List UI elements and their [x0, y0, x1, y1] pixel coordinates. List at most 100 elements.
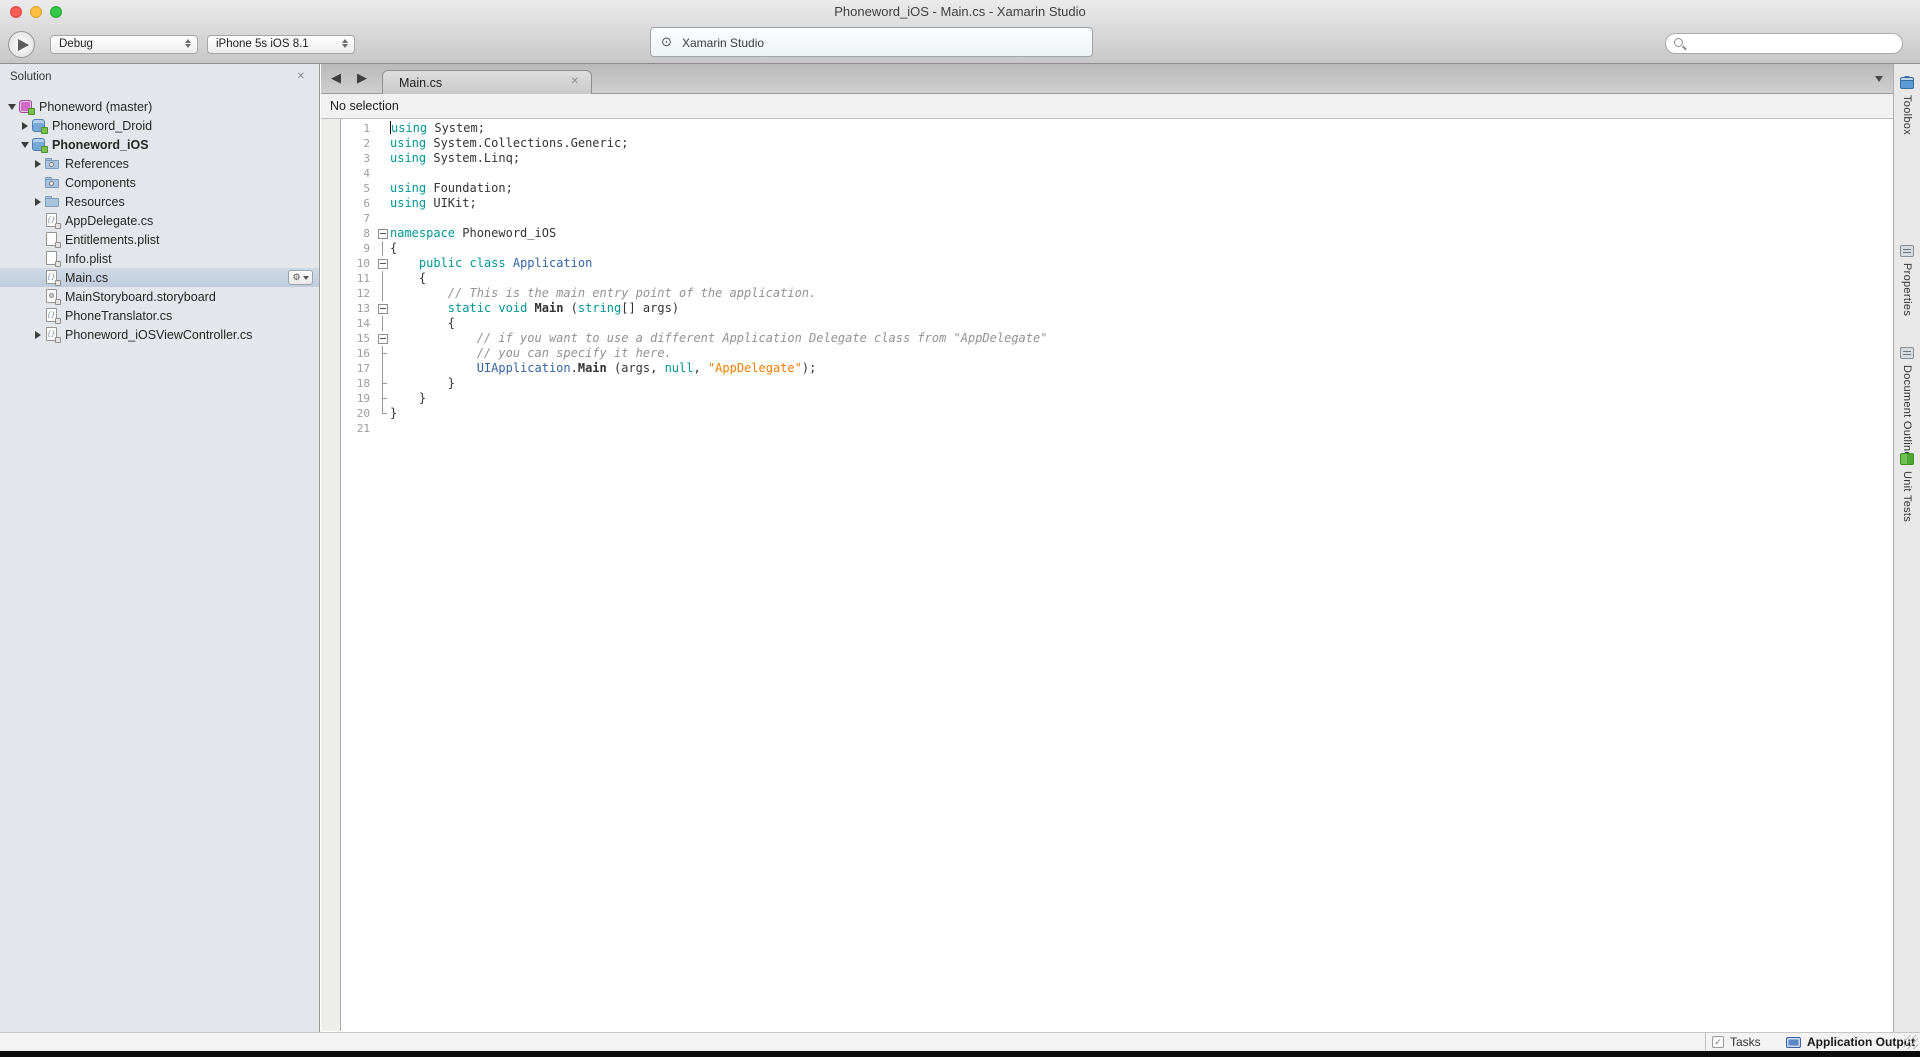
fold-margin	[375, 286, 390, 301]
project-icon	[31, 118, 48, 134]
code-text: public class Application	[390, 256, 592, 271]
code-editor[interactable]: 1using System;2using System.Collections.…	[341, 119, 1893, 1031]
search-input[interactable]	[1665, 33, 1903, 54]
disclosure-triangle-icon[interactable]	[18, 122, 31, 130]
code-lines: 1using System;2using System.Collections.…	[341, 121, 1893, 436]
close-tab-icon[interactable]: ✕	[571, 76, 579, 87]
fold-toggle-icon[interactable]	[375, 226, 390, 241]
code-text: {	[390, 316, 455, 331]
tree-item-phoneword-iosviewcontroller-cs[interactable]: {}Phoneword_iOSViewController.cs	[0, 325, 319, 344]
unittests-icon	[1899, 452, 1915, 466]
code-line[interactable]: 17 UIApplication.Main (args, null, "AppD…	[341, 361, 1893, 376]
tree-item-label: Info.plist	[65, 252, 112, 266]
tab-list-dropdown-icon[interactable]	[1875, 76, 1883, 82]
tree-item-references[interactable]: References	[0, 154, 319, 173]
properties-icon	[1899, 244, 1915, 258]
tree-item-phoneword-master-[interactable]: Phoneword (master)	[0, 97, 319, 116]
code-line[interactable]: 1using System;	[341, 121, 1893, 136]
right-dock-strip: Toolbox Properties Document OutlineUnit Te…	[1893, 64, 1920, 1032]
dock-tab-properties[interactable]: Properties	[1894, 244, 1920, 316]
dock-tab-label: Document Outline	[1901, 365, 1913, 458]
tree-item-phonetranslator-cs[interactable]: {}PhoneTranslator.cs	[0, 306, 319, 325]
storyboard-icon	[44, 289, 61, 305]
window-chrome: Phoneword_iOS - Main.cs - Xamarin Studio…	[0, 0, 1920, 64]
line-number: 11	[341, 271, 375, 286]
code-line[interactable]: 5using Foundation;	[341, 181, 1893, 196]
code-text: using System;	[390, 121, 485, 136]
tasks-pad-button[interactable]: ✓ Tasks	[1712, 1033, 1761, 1051]
navigate-back-button[interactable]: ◀	[331, 70, 341, 86]
disclosure-triangle-icon[interactable]	[5, 104, 18, 110]
cs-icon: {}	[44, 308, 61, 324]
code-line[interactable]: 3using System.Linq;	[341, 151, 1893, 166]
disclosure-triangle-icon[interactable]	[31, 160, 44, 168]
line-number: 20	[341, 406, 375, 421]
fold-toggle-icon[interactable]	[375, 301, 390, 316]
close-pad-icon[interactable]: ✕	[297, 71, 305, 82]
status-bar: ✓ Tasks Application Output	[0, 1032, 1920, 1051]
resize-grip[interactable]	[1904, 1035, 1918, 1049]
code-line[interactable]: 4	[341, 166, 1893, 181]
disclosure-triangle-icon[interactable]	[18, 142, 31, 148]
tree-item-appdelegate-cs[interactable]: {}AppDelegate.cs	[0, 211, 319, 230]
code-line[interactable]: 19 }	[341, 391, 1893, 406]
fold-margin	[375, 211, 390, 226]
code-line[interactable]: 10 public class Application	[341, 256, 1893, 271]
run-button[interactable]	[8, 31, 35, 58]
code-line[interactable]: 11 {	[341, 271, 1893, 286]
code-line[interactable]: 8namespace Phoneword_iOS	[341, 226, 1893, 241]
fold-margin	[375, 181, 390, 196]
code-text: using System.Collections.Generic;	[390, 136, 628, 151]
folder-icon	[44, 194, 61, 210]
dock-tab-document-outline[interactable]: Document Outline	[1894, 346, 1920, 458]
configuration-select[interactable]: Debug	[50, 35, 198, 54]
tree-item-phoneword-droid[interactable]: Phoneword_Droid	[0, 116, 319, 135]
code-text: }	[390, 391, 426, 406]
line-number: 6	[341, 196, 375, 211]
line-number: 17	[341, 361, 375, 376]
breadcrumb[interactable]: No selection	[321, 94, 1893, 119]
code-line[interactable]: 15 // if you want to use a different App…	[341, 331, 1893, 346]
item-options-gear-button[interactable]: ⚙	[288, 270, 313, 285]
line-number: 21	[341, 421, 375, 436]
navigate-forward-button[interactable]: ▶	[357, 70, 367, 86]
fold-toggle-icon[interactable]	[375, 331, 390, 346]
tree-item-info-plist[interactable]: Info.plist	[0, 249, 319, 268]
disclosure-triangle-icon[interactable]	[31, 331, 44, 339]
code-line[interactable]: 6using UIKit;	[341, 196, 1893, 211]
stepper-arrows-icon	[184, 38, 192, 49]
code-line[interactable]: 7	[341, 211, 1893, 226]
tree-item-resources[interactable]: Resources	[0, 192, 319, 211]
solution-pad: Solution ◻ ✕ Phoneword (master)Phoneword…	[0, 64, 320, 1032]
fold-margin	[375, 391, 390, 406]
solution-pad-header: Solution ◻ ✕	[0, 64, 319, 92]
code-line[interactable]: 13 static void Main (string[] args)	[341, 301, 1893, 316]
code-line[interactable]: 12 // This is the main entry point of th…	[341, 286, 1893, 301]
fold-margin	[375, 136, 390, 151]
application-output-pad-button[interactable]: Application Output	[1786, 1033, 1915, 1051]
terminal-icon	[1786, 1037, 1801, 1048]
dock-tab-unit-tests[interactable]: Unit Tests	[1894, 452, 1920, 522]
code-line[interactable]: 2using System.Collections.Generic;	[341, 136, 1893, 151]
code-line[interactable]: 16 // you can specify it here.	[341, 346, 1893, 361]
fold-toggle-icon[interactable]	[375, 256, 390, 271]
tree-item-main-cs[interactable]: {}Main.cs⚙	[0, 268, 319, 287]
device-label: iPhone 5s iOS 8.1	[216, 38, 309, 50]
code-line[interactable]: 18 }	[341, 376, 1893, 391]
status-display: ⊙ Xamarin Studio	[650, 27, 1093, 57]
tree-item-components[interactable]: Components	[0, 173, 319, 192]
code-text: {	[390, 241, 397, 256]
line-number: 16	[341, 346, 375, 361]
disclosure-triangle-icon[interactable]	[31, 198, 44, 206]
tree-item-mainstoryboard-storyboard[interactable]: MainStoryboard.storyboard	[0, 287, 319, 306]
tree-item-entitlements-plist[interactable]: Entitlements.plist	[0, 230, 319, 249]
code-line[interactable]: 20}	[341, 406, 1893, 421]
code-line[interactable]: 9{	[341, 241, 1893, 256]
device-select[interactable]: iPhone 5s iOS 8.1	[207, 35, 355, 54]
code-line[interactable]: 21	[341, 421, 1893, 436]
code-line[interactable]: 14 {	[341, 316, 1893, 331]
dock-tab-toolbox[interactable]: Toolbox	[1894, 76, 1920, 135]
tree-item-phoneword-ios[interactable]: Phoneword_iOS	[0, 135, 319, 154]
editor-tab-main-cs[interactable]: Main.cs ✕	[382, 70, 592, 94]
fold-margin	[375, 121, 390, 136]
